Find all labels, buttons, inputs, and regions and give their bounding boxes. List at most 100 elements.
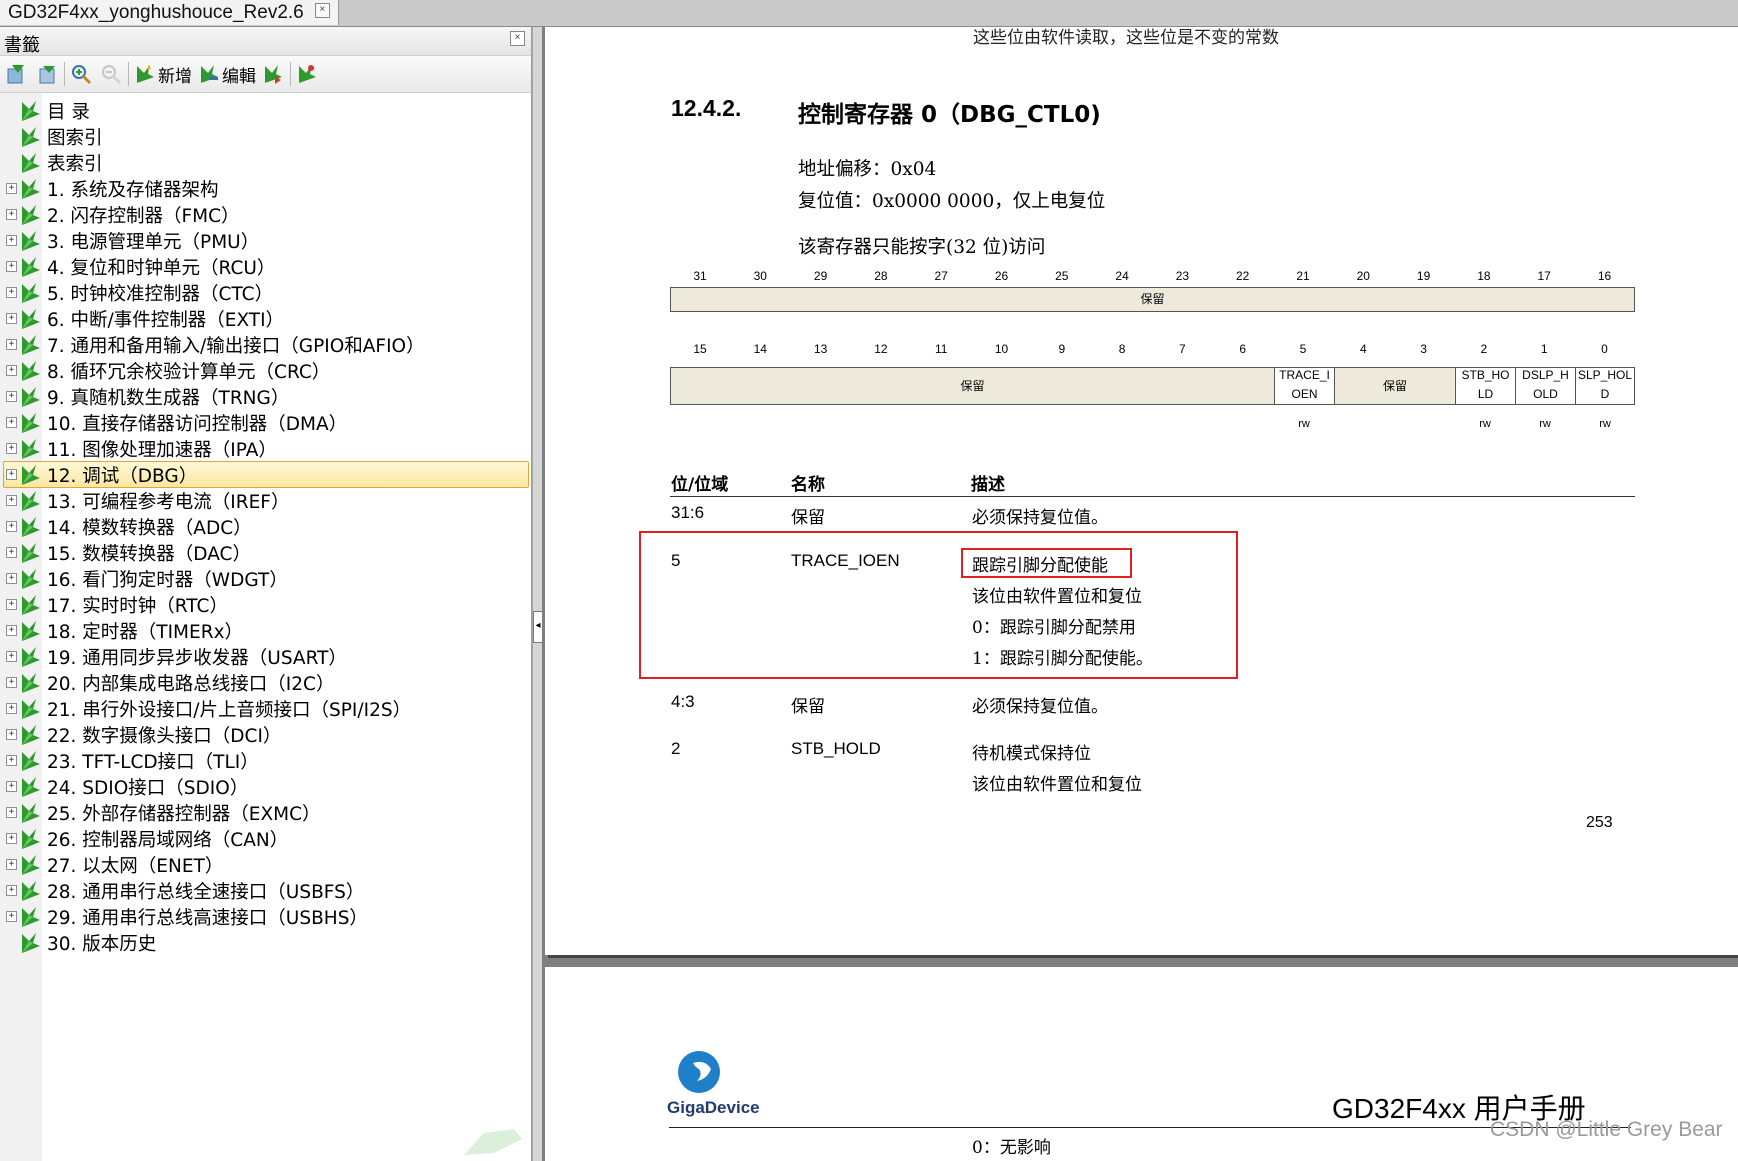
cut-off-text: 0：无影响 [972, 1133, 1051, 1158]
bookmark-item[interactable]: +27. 以太网（ENET） [0, 851, 531, 878]
bookmark-item[interactable]: 目 录 [0, 97, 531, 124]
bookmark-item[interactable]: +6. 中断/事件控制器（EXTI） [0, 305, 531, 332]
zoom-out-icon [100, 63, 122, 85]
bookmark-label: 9. 真随机数生成器（TRNG） [47, 384, 289, 410]
bit-number: 15 [670, 342, 730, 356]
expand-icon[interactable]: + [6, 183, 17, 194]
bookmark-item[interactable]: +28. 通用串行总线全速接口（USBFS） [0, 877, 531, 904]
expand-icon[interactable]: + [6, 573, 17, 584]
bookmark-action-button[interactable] [262, 61, 286, 87]
expand-icon[interactable]: + [6, 677, 17, 688]
expand-icon[interactable]: + [6, 859, 17, 870]
add-bookmark-button[interactable]: 新增 [134, 61, 192, 87]
bookmark-item[interactable]: +20. 内部集成电路总线接口（I2C） [0, 669, 531, 696]
bookmark-item[interactable]: +11. 图像处理加速器（IPA） [0, 435, 531, 462]
bookmark-edit-icon [198, 63, 220, 85]
document-view[interactable]: 这些位由软件读取，这些位是不变的常数 12.4.2. 控制寄存器 0（DBG_C… [542, 27, 1738, 1161]
bookmark-item[interactable]: +21. 串行外设接口/片上音频接口（SPI/I2S） [0, 695, 531, 722]
bookmark-icon [19, 256, 41, 278]
bookmark-item[interactable]: 图索引 [0, 123, 531, 150]
bit-number: 24 [1092, 269, 1152, 283]
bookmark-item[interactable]: +12. 调试（DBG） [0, 461, 531, 488]
bookmark-label: 11. 图像处理加速器（IPA） [47, 436, 277, 462]
reserved-label: 保留 [671, 289, 1634, 309]
bookmark-item[interactable]: +22. 数字摄像头接口（DCI） [0, 721, 531, 748]
bit-number: 25 [1032, 269, 1092, 283]
bookmark-item[interactable]: +14. 模数转换器（ADC） [0, 513, 531, 540]
bookmark-label: 30. 版本历史 [47, 930, 156, 956]
expand-icon[interactable]: + [6, 703, 17, 714]
expand-icon[interactable]: + [6, 443, 17, 454]
bookmark-item[interactable]: +26. 控制器局域网络（CAN） [0, 825, 531, 852]
access-rw: rw [1455, 418, 1515, 430]
expand-icon[interactable]: + [6, 521, 17, 532]
bookmark-item[interactable]: +29. 通用串行总线高速接口（USBHS） [0, 903, 531, 930]
bookmark-item[interactable]: +18. 定时器（TIMERx） [0, 617, 531, 644]
bookmark-item[interactable]: +19. 通用同步异步收发器（USART） [0, 643, 531, 670]
expand-icon[interactable]: + [6, 755, 17, 766]
expand-icon[interactable]: + [6, 885, 17, 896]
bookmark-item[interactable]: +15. 数模转换器（DAC） [0, 539, 531, 566]
expand-icon[interactable]: + [6, 365, 17, 376]
expand-icon[interactable]: + [6, 807, 17, 818]
bookmark-item[interactable]: +10. 直接存储器访问控制器（DMA） [0, 409, 531, 436]
expand-icon[interactable]: + [6, 495, 17, 506]
bookmark-item[interactable]: +8. 循环冗余校验计算单元（CRC） [0, 357, 531, 384]
bookmark-label: 27. 以太网（ENET） [47, 852, 223, 878]
bookmark-icon [19, 386, 41, 408]
watermark-text: CSDN @Little Grey Bear [1490, 1118, 1723, 1142]
bookmark-item[interactable]: +4. 复位和时钟单元（RCU） [0, 253, 531, 280]
close-tab-icon[interactable]: × [315, 3, 330, 18]
document-tab[interactable]: GD32F4xx_yonghushouce_Rev2.6 × [0, 0, 339, 25]
bookmark-icon [19, 308, 41, 330]
expand-icon[interactable]: + [6, 547, 17, 558]
zoom-in-button[interactable] [70, 61, 94, 87]
section-number: 12.4.2. [671, 95, 741, 122]
bookmark-item[interactable]: +7. 通用和备用输入/输出接口（GPIO和AFIO） [0, 331, 531, 358]
expand-icon[interactable]: + [6, 833, 17, 844]
zoom-out-button[interactable] [100, 61, 124, 87]
collapse-all-button[interactable] [36, 61, 60, 87]
bookmark-item[interactable]: 30. 版本历史 [0, 929, 531, 956]
expand-icon[interactable]: + [6, 651, 17, 662]
bookmark-label: 26. 控制器局域网络（CAN） [47, 826, 288, 852]
expand-icon[interactable]: + [6, 235, 17, 246]
expand-icon[interactable]: + [6, 261, 17, 272]
expand-icon[interactable]: + [6, 729, 17, 740]
row-desc: 必须保持复位值。 [972, 503, 1108, 528]
expand-icon[interactable]: + [6, 625, 17, 636]
bookmark-icon [19, 880, 41, 902]
edit-bookmark-button[interactable]: 编輯 [198, 61, 256, 87]
expand-icon[interactable]: + [6, 911, 17, 922]
bookmark-item[interactable]: +1. 系统及存储器架构 [0, 175, 531, 202]
bookmark-item[interactable]: +24. SDIO接口（SDIO） [0, 773, 531, 800]
expand-icon[interactable]: + [6, 209, 17, 220]
expand-icon[interactable]: + [6, 781, 17, 792]
bookmark-icon [19, 932, 41, 954]
expand-icon[interactable]: + [6, 417, 17, 428]
expand-icon[interactable]: + [6, 339, 17, 350]
close-panel-icon[interactable]: × [510, 31, 525, 46]
bit-number: 12 [851, 342, 911, 356]
expand-icon[interactable]: + [6, 469, 17, 480]
bookmark-item[interactable]: +17. 实时时钟（RTC） [0, 591, 531, 618]
bit-number: 7 [1152, 342, 1212, 356]
expand-icon[interactable]: + [6, 391, 17, 402]
bookmark-color-button[interactable] [296, 61, 320, 87]
bookmark-item[interactable]: +9. 真随机数生成器（TRNG） [0, 383, 531, 410]
bookmark-item[interactable]: +13. 可编程参考电流（IREF） [0, 487, 531, 514]
bookmark-item[interactable]: +2. 闪存控制器（FMC） [0, 201, 531, 228]
bookmark-label: 19. 通用同步异步收发器（USART） [47, 644, 347, 670]
bookmark-item[interactable]: +5. 时钟校准控制器（CTC） [0, 279, 531, 306]
bookmark-item[interactable]: +3. 电源管理单元（PMU） [0, 227, 531, 254]
bookmark-icon [19, 126, 41, 148]
expand-icon[interactable]: + [6, 313, 17, 324]
expand-icon[interactable]: + [6, 599, 17, 610]
expand-all-button[interactable] [6, 61, 30, 87]
bookmark-item[interactable]: +23. TFT-LCD接口（TLI） [0, 747, 531, 774]
bookmark-item[interactable]: +16. 看门狗定时器（WDGT） [0, 565, 531, 592]
bookmark-item[interactable]: +25. 外部存储器控制器（EXMC） [0, 799, 531, 826]
expand-icon[interactable]: + [6, 287, 17, 298]
bookmark-item[interactable]: 表索引 [0, 149, 531, 176]
bookmark-icon [19, 178, 41, 200]
